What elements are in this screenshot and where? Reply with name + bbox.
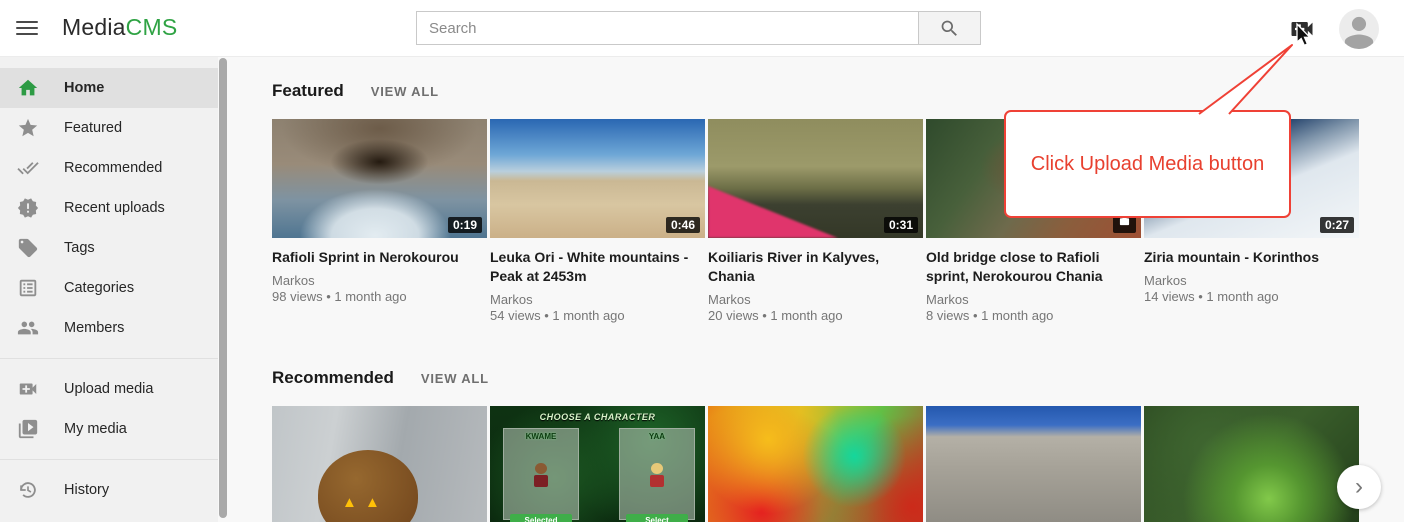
video-meta: 14 views • 1 month ago — [1144, 289, 1359, 305]
star-icon — [17, 117, 39, 139]
video-meta: 98 views • 1 month ago — [272, 289, 487, 305]
sidebar-item-label: Home — [64, 80, 104, 96]
sidebar-scrollbar[interactable] — [219, 58, 227, 518]
recommended-row: CHOOSE A CHARACTER KWAME YAA Selected Se… — [272, 406, 1404, 522]
section-title: Recommended — [272, 368, 394, 388]
tag-icon — [17, 237, 39, 259]
upload-media-button[interactable] — [1288, 15, 1318, 41]
video-card — [272, 406, 487, 522]
search-button[interactable] — [918, 11, 981, 45]
video-title[interactable]: Ziria mountain - Korinthos — [1144, 248, 1359, 267]
video-author: Markos — [926, 292, 1141, 308]
user-avatar-button[interactable] — [1339, 9, 1379, 49]
sidebar-item-upload-media[interactable]: Upload media — [0, 369, 218, 409]
sidebar-item-label: Tags — [64, 240, 95, 256]
video-thumbnail[interactable]: 0:19 — [272, 119, 487, 238]
video-card: 0:31 Koiliaris River in Kalyves, Chania … — [708, 119, 923, 324]
recommended-section-header: Recommended VIEW ALL — [272, 324, 1404, 388]
video-title[interactable]: Old bridge close to Rafioli sprint, Nero… — [926, 248, 1141, 286]
video-card: 0:46 Leuka Ori - White mountains - Peak … — [490, 119, 705, 324]
home-icon — [17, 77, 39, 99]
sidebar-item-recent-uploads[interactable]: Recent uploads — [0, 188, 218, 228]
recommended-view-all-link[interactable]: VIEW ALL — [421, 371, 489, 386]
annotation-text: Click Upload Media button — [1031, 153, 1264, 176]
video-thumbnail[interactable]: CHOOSE A CHARACTER KWAME YAA Selected Se… — [490, 406, 705, 522]
video-author: Markos — [272, 273, 487, 289]
video-author: Markos — [708, 292, 923, 308]
video-thumbnail[interactable] — [708, 406, 923, 522]
featured-section-header: Featured VIEW ALL — [272, 57, 1404, 101]
sidebar-divider — [0, 459, 218, 460]
sidebar: Home Featured Recommended Recent uploads… — [0, 57, 218, 522]
game-thumb-panel: YAA — [619, 428, 695, 520]
section-title: Featured — [272, 81, 344, 101]
video-thumbnail[interactable] — [272, 406, 487, 522]
people-icon — [17, 317, 39, 339]
video-author: Markos — [490, 292, 705, 308]
sidebar-item-tags[interactable]: Tags — [0, 228, 218, 268]
video-thumbnail[interactable] — [1144, 406, 1359, 522]
video-title[interactable]: Rafioli Sprint in Nerokourou — [272, 248, 487, 267]
video-meta: 54 views • 1 month ago — [490, 308, 705, 324]
logo-cms: CMS — [126, 14, 178, 40]
header: MediaCMS — [0, 0, 1404, 57]
new-releases-icon — [17, 197, 39, 219]
sidebar-item-label: Categories — [64, 280, 134, 296]
duration-badge: 0:46 — [666, 217, 700, 233]
sidebar-item-categories[interactable]: Categories — [0, 268, 218, 308]
video-title[interactable]: Leuka Ori - White mountains - Peak at 24… — [490, 248, 705, 286]
video-card — [1144, 406, 1359, 522]
video-card: 0:19 Rafioli Sprint in Nerokourou Markos… — [272, 119, 487, 324]
video-call-icon — [1288, 15, 1316, 43]
logo-media: Media — [62, 14, 126, 40]
video-card: CHOOSE A CHARACTER KWAME YAA Selected Se… — [490, 406, 705, 522]
sidebar-item-my-media[interactable]: My media — [0, 409, 218, 449]
sidebar-item-home[interactable]: Home — [0, 68, 218, 108]
search-icon — [939, 18, 960, 39]
video-meta: 20 views • 1 month ago — [708, 308, 923, 324]
video-library-icon — [17, 418, 39, 440]
sidebar-item-members[interactable]: Members — [0, 308, 218, 348]
video-thumbnail[interactable]: 0:46 — [490, 119, 705, 238]
list-icon — [17, 277, 39, 299]
search-input[interactable] — [416, 11, 918, 45]
sidebar-item-featured[interactable]: Featured — [0, 108, 218, 148]
video-call-icon — [17, 378, 39, 400]
menu-toggle-button[interactable] — [16, 17, 38, 39]
duration-badge: 0:31 — [884, 217, 918, 233]
sidebar-item-label: History — [64, 482, 109, 498]
video-card — [708, 406, 923, 522]
annotation-tooltip: Click Upload Media button — [1004, 110, 1291, 218]
person-icon — [1339, 9, 1379, 49]
sidebar-divider — [0, 358, 218, 359]
history-icon — [17, 479, 39, 501]
sidebar-item-label: My media — [64, 421, 127, 437]
sidebar-item-label: Recent uploads — [64, 200, 165, 216]
chevron-right-icon: › — [1355, 473, 1363, 501]
sidebar-item-recommended[interactable]: Recommended — [0, 148, 218, 188]
video-card — [926, 406, 1141, 522]
sidebar-item-label: Featured — [64, 120, 122, 136]
sidebar-item-label: Recommended — [64, 160, 162, 176]
carousel-next-button[interactable]: › — [1337, 465, 1381, 509]
video-thumbnail[interactable] — [926, 406, 1141, 522]
logo[interactable]: MediaCMS — [62, 14, 177, 41]
sidebar-item-label: Upload media — [64, 381, 153, 397]
sidebar-item-history[interactable]: History — [0, 470, 218, 510]
duration-badge: 0:19 — [448, 217, 482, 233]
duration-badge: 0:27 — [1320, 217, 1354, 233]
done-all-icon — [17, 157, 39, 179]
game-thumb-panel: KWAME — [503, 428, 579, 520]
sidebar-item-label: Members — [64, 320, 124, 336]
game-thumb-heading: CHOOSE A CHARACTER — [490, 412, 705, 422]
search-bar — [416, 11, 981, 45]
video-title[interactable]: Koiliaris River in Kalyves, Chania — [708, 248, 923, 286]
featured-view-all-link[interactable]: VIEW ALL — [371, 84, 439, 99]
video-author: Markos — [1144, 273, 1359, 289]
video-meta: 8 views • 1 month ago — [926, 308, 1141, 324]
video-thumbnail[interactable]: 0:31 — [708, 119, 923, 238]
